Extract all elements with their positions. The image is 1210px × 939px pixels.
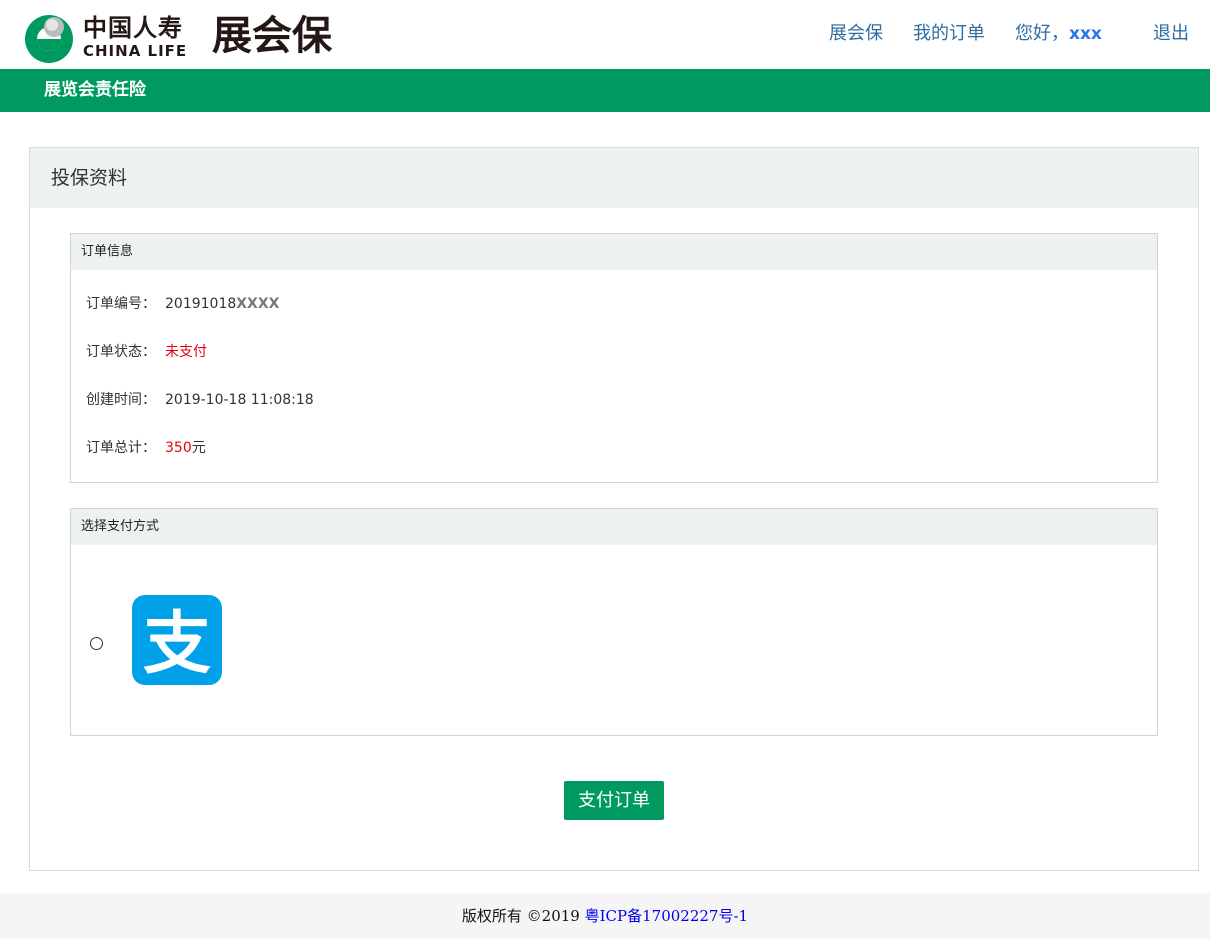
order-total-row: 订单总计： 350元 [86,439,206,457]
order-info-title: 订单信息 [81,244,134,259]
created-time-label: 创建时间： [86,392,156,408]
product-name: 展会保 [212,13,332,59]
footer: 版权所有 ©2019 粤ICP备17002227号-1 [0,893,1210,939]
icp-link[interactable]: 粤ICP备17002227号-1 [585,907,748,925]
order-info-box: 订单信息 订单编号： 20191018XXXX 订单状态： 未支付 创建时间： 201… [70,233,1158,483]
order-status-row: 订单状态： 未支付 [86,343,207,361]
payment-method-title: 选择支付方式 [81,519,160,534]
greeting-text: 您好， [1015,23,1069,44]
brand-en: CHINA LIFE [83,42,188,60]
header: 中国人寿 CHINA LIFE 展会保 展会保 我的订单 您好，xxx 退出 [0,0,1210,69]
payment-method-box: 选择支付方式 支 [70,508,1158,736]
insurance-info-panel: 投保资料 订单信息 订单编号： 20191018XXXX 订单状态： 未支付 创建时… [29,147,1199,871]
user-name[interactable]: xxx [1069,24,1102,44]
order-number-label: 订单编号： [86,296,156,312]
panel-title: 投保资料 [51,167,128,189]
order-status-value: 未支付 [165,344,207,360]
order-status-label: 订单状态： [86,344,156,360]
logout-link[interactable]: 退出 [1153,22,1189,46]
panel-header: 投保资料 [30,148,1198,208]
svg-text:支: 支 [143,605,211,684]
order-number-value: 20191018 [165,296,237,312]
order-total-label: 订单总计： [86,440,156,456]
created-time-row: 创建时间： 2019-10-18 11:08:18 [86,391,314,409]
payment-method-header: 选择支付方式 [71,509,1157,545]
order-info-header: 订单信息 [71,234,1157,270]
alipay-radio[interactable] [90,637,103,650]
brand-cn: 中国人寿 [83,14,183,42]
order-number-row: 订单编号： 20191018XXXX [86,295,279,313]
created-time-value: 2019-10-18 11:08:18 [165,392,314,408]
china-life-emblem-icon [25,15,73,63]
copyright-text: 版权所有 ©2019 [461,907,585,925]
alipay-icon[interactable]: 支 [132,595,222,685]
nav-home-link[interactable]: 展会保 [829,22,883,46]
product-bar: 展览会责任险 [0,69,1210,112]
nav-greeting: 您好，xxx [1015,22,1102,46]
order-total-amount: 350 [165,440,192,456]
order-total-unit: 元 [191,440,206,456]
product-category-title: 展览会责任险 [44,80,146,100]
footer-text: 版权所有 ©2019 粤ICP备17002227号-1 [0,907,1210,925]
pay-order-button[interactable]: 支付订单 [564,781,664,820]
nav-my-orders-link[interactable]: 我的订单 [913,22,985,46]
order-number-mask: XXXX [236,296,280,312]
